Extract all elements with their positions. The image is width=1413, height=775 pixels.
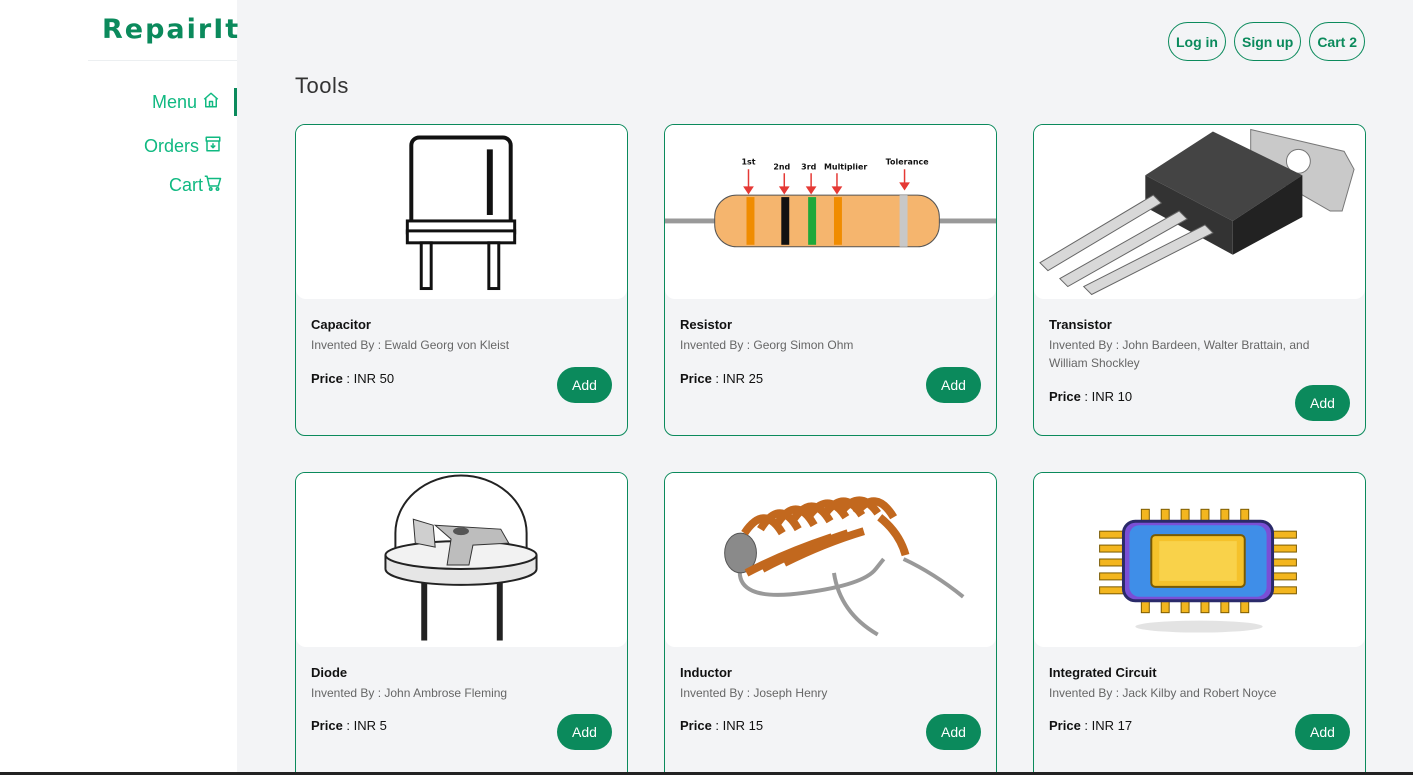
sidebar-item-label: Orders [143, 136, 199, 156]
diode-image [296, 473, 627, 647]
product-inventor: Invented By : Ewald Georg von Kleist [311, 338, 510, 352]
product-card-resistor: 1st 2nd 3rd Multiplier Tolerance Resisto… [664, 124, 997, 436]
add-to-cart-button[interactable]: Add [557, 367, 612, 403]
sidebar-item-label: Cart [168, 175, 203, 195]
price-value: : INR 15 [711, 718, 764, 733]
product-card-diode: Diode Invented By : John Ambrose Fleming… [295, 472, 628, 775]
add-to-cart-button[interactable]: Add [926, 714, 981, 750]
product-inventor: Invented By : John Bardeen, Walter Bratt… [1049, 338, 1310, 370]
price-label: Price [680, 718, 712, 733]
resistor-band-3rd-label: 3rd [801, 162, 816, 171]
product-card-integrated-circuit: Integrated Circuit Invented By : Jack Ki… [1033, 472, 1366, 775]
sidebar-item-orders[interactable]: Orders [0, 127, 237, 166]
sidebar-item-label: Menu [151, 91, 197, 112]
price-value: : INR 5 [342, 718, 387, 733]
price-value: : INR 50 [342, 371, 395, 386]
product-inventor: Invented By : Georg Simon Ohm [680, 338, 854, 352]
price-value: : INR 17 [1080, 718, 1133, 733]
product-price: Price : INR 5 [311, 718, 387, 733]
price-value: : INR 25 [711, 371, 764, 386]
price-value: : INR 10 [1080, 389, 1133, 404]
resistor-multiplier-label: Multiplier [824, 162, 867, 171]
brand-logo[interactable]: RepairIt [88, 0, 241, 61]
capacitor-image [296, 125, 627, 299]
product-inventor: Invented By : Jack Kilby and Robert Noyc… [1049, 686, 1277, 700]
product-name: Diode [311, 665, 348, 680]
product-name: Transistor [1049, 317, 1112, 332]
price-label: Price [1049, 718, 1081, 733]
add-to-cart-button[interactable]: Add [926, 367, 981, 403]
product-price: Price : INR 25 [680, 371, 763, 386]
product-name: Inductor [680, 665, 732, 680]
section-title: Tools [295, 73, 349, 98]
cart-icon [204, 174, 222, 197]
product-inventor: Invented By : Joseph Henry [680, 686, 828, 700]
header-actions: Log in Sign up Cart 2 [1167, 22, 1365, 61]
inductor-image [665, 473, 996, 647]
product-card-transistor: Transistor Invented By : John Bardeen, W… [1033, 124, 1366, 436]
product-price: Price : INR 17 [1049, 718, 1132, 733]
resistor-band-2nd-label: 2nd [773, 162, 790, 171]
home-icon [202, 91, 220, 114]
archive-icon [204, 135, 222, 158]
transistor-image [1034, 125, 1365, 299]
integrated-circuit-image [1034, 473, 1365, 647]
add-to-cart-button[interactable]: Add [1295, 385, 1350, 421]
product-name: Resistor [680, 317, 733, 332]
product-inventor: Invented By : John Ambrose Fleming [311, 686, 508, 700]
sidebar-item-cart[interactable]: Cart [0, 166, 237, 205]
product-card-capacitor: Capacitor Invented By : Ewald Georg von … [295, 124, 628, 436]
sidebar-nav: Menu Orders Cart [0, 88, 237, 205]
brand-name: RepairIt [102, 14, 241, 45]
product-name: Capacitor [311, 317, 371, 332]
product-price: Price : INR 50 [311, 371, 394, 386]
sidebar: RepairIt Menu Orders Cart [0, 0, 241, 775]
price-label: Price [1049, 389, 1081, 404]
cart-button[interactable]: Cart 2 [1309, 22, 1365, 61]
price-label: Price [680, 371, 712, 386]
product-price: Price : INR 15 [680, 718, 763, 733]
price-label: Price [311, 371, 343, 386]
resistor-image: 1st 2nd 3rd Multiplier Tolerance [665, 125, 996, 299]
add-to-cart-button[interactable]: Add [557, 714, 612, 750]
product-card-inductor: Inductor Invented By : Joseph Henry Pric… [664, 472, 997, 775]
signup-button[interactable]: Sign up [1233, 22, 1302, 61]
login-button[interactable]: Log in [1167, 22, 1226, 61]
product-price: Price : INR 10 [1049, 389, 1132, 404]
resistor-band-1st-label: 1st [742, 157, 756, 166]
sidebar-item-menu[interactable]: Menu [0, 88, 237, 116]
product-name: Integrated Circuit [1049, 665, 1157, 680]
resistor-tolerance-label: Tolerance [886, 157, 929, 166]
price-label: Price [311, 718, 343, 733]
add-to-cart-button[interactable]: Add [1295, 714, 1350, 750]
